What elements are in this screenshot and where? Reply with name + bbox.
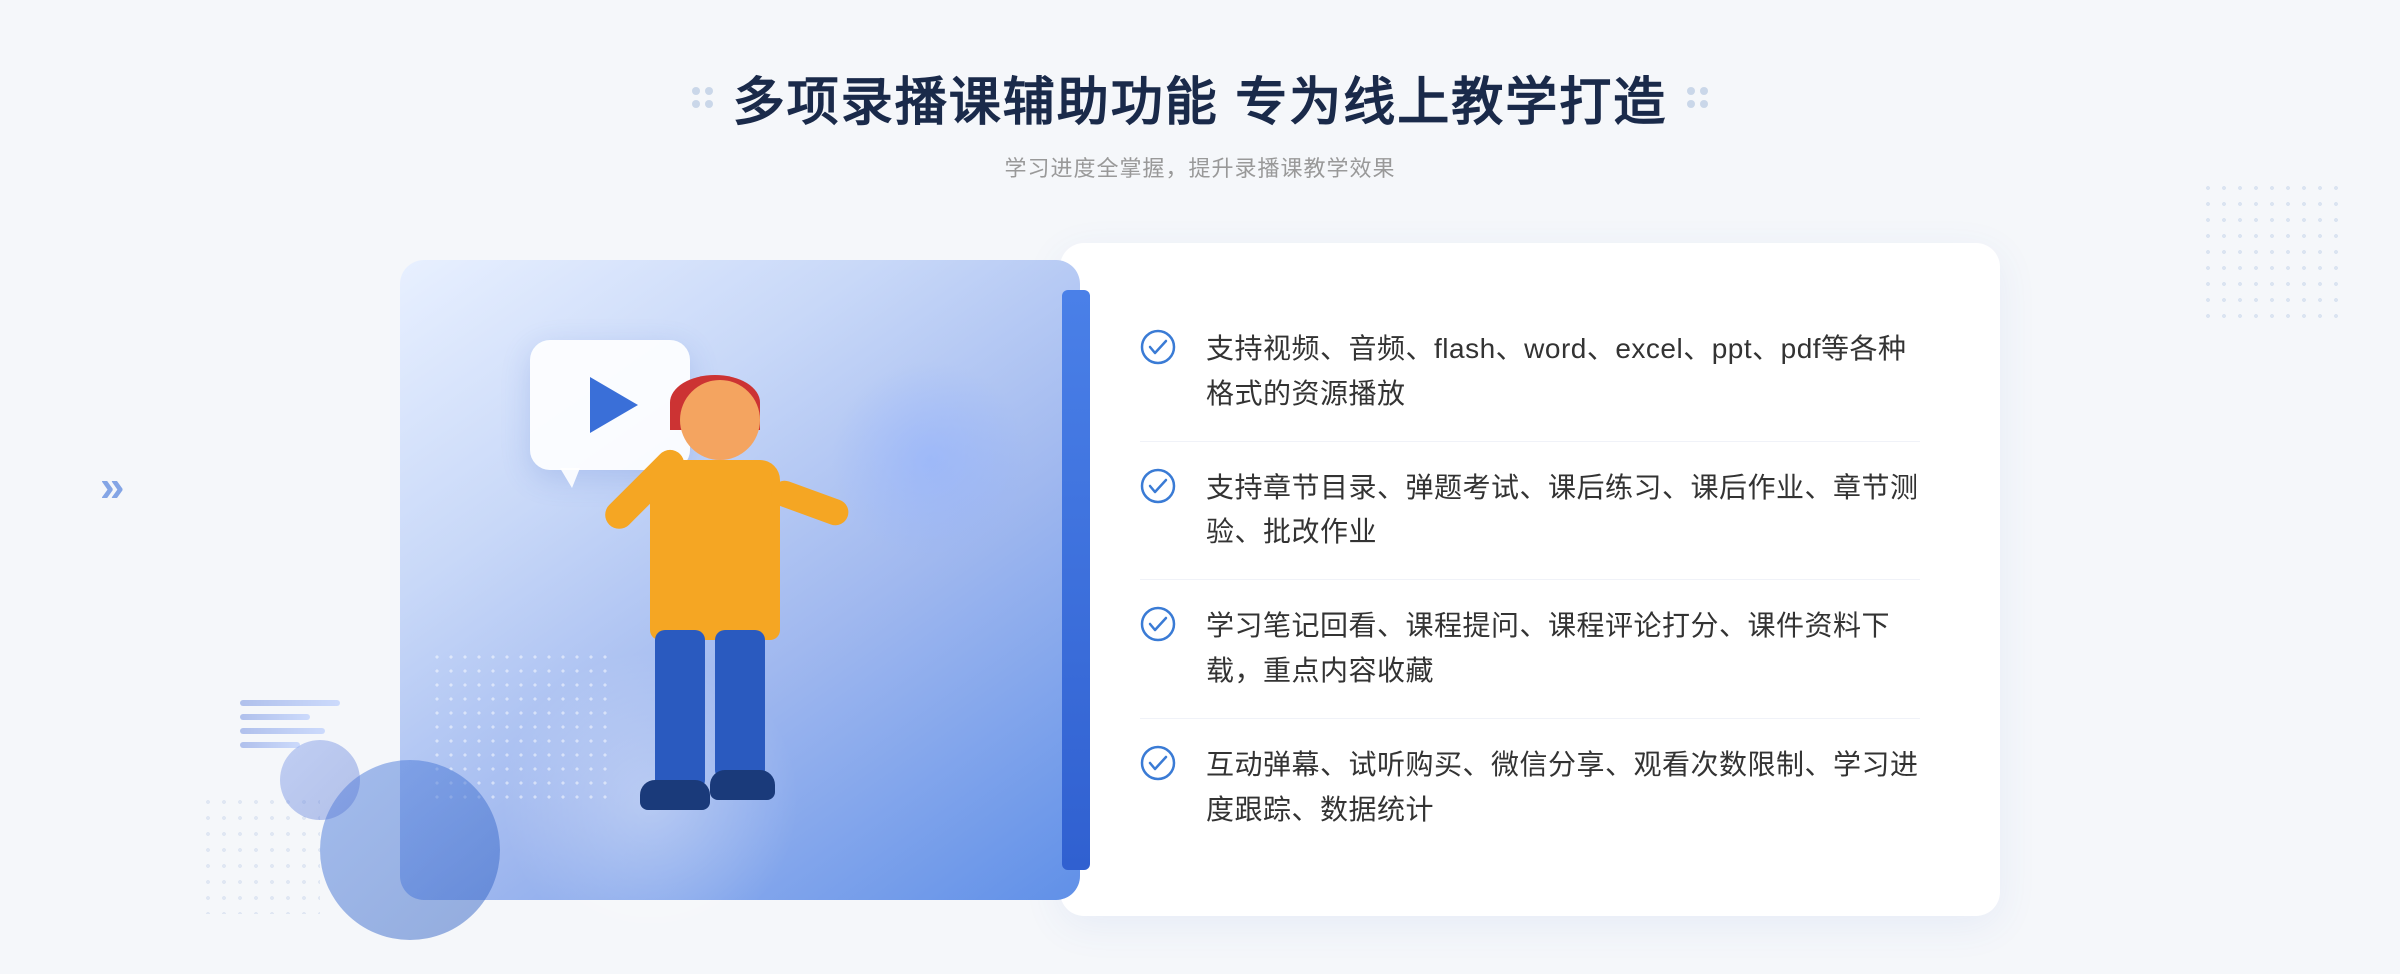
feature-text-3: 学习笔记回看、课程提问、课程评论打分、课件资料下载，重点内容收藏 xyxy=(1206,604,1920,694)
feature-text-2: 支持章节目录、弹题考试、课后练习、课后作业、章节测验、批改作业 xyxy=(1206,466,1920,556)
line-3 xyxy=(240,728,325,734)
feature-item-3: 学习笔记回看、课程提问、课程评论打分、课件资料下载，重点内容收藏 xyxy=(1140,580,1920,719)
check-icon-4 xyxy=(1140,745,1176,781)
check-icon-1 xyxy=(1140,329,1176,365)
line-2 xyxy=(240,714,310,720)
dot-8 xyxy=(1700,100,1708,108)
char-shoe-left xyxy=(640,780,710,810)
main-title: 多项录播课辅助功能 专为线上教学打造 xyxy=(733,60,1667,135)
char-head xyxy=(680,380,760,460)
dot-7 xyxy=(1687,100,1695,108)
line-1 xyxy=(240,700,340,706)
left-arrow-decoration: » xyxy=(100,462,124,512)
lines-decoration xyxy=(240,700,340,780)
feature-item-4: 互动弹幕、试听购买、微信分享、观看次数限制、学习进度跟踪、数据统计 xyxy=(1140,719,1920,857)
blue-sidebar-strip xyxy=(1062,290,1090,870)
dot-4 xyxy=(705,100,713,108)
line-4 xyxy=(240,742,300,748)
feature-text-1: 支持视频、音频、flash、word、excel、ppt、pdf等各种格式的资源… xyxy=(1206,327,1920,417)
right-decorator xyxy=(1687,87,1708,108)
dot-3 xyxy=(692,100,700,108)
char-arm-left xyxy=(768,477,852,529)
dot-6 xyxy=(1700,87,1708,95)
character-illustration xyxy=(560,380,880,900)
char-leg-left xyxy=(655,630,705,790)
char-body xyxy=(650,460,780,640)
page-wrapper: 多项录播课辅助功能 专为线上教学打造 学习进度全掌握，提升录播课教学效果 xyxy=(0,0,2400,974)
dot-2 xyxy=(705,87,713,95)
features-panel: 支持视频、音频、flash、word、excel、ppt、pdf等各种格式的资源… xyxy=(1060,243,2000,916)
left-decorator xyxy=(692,87,713,108)
char-leg-right xyxy=(715,630,765,780)
feature-item-2: 支持章节目录、弹题考试、课后练习、课后作业、章节测验、批改作业 xyxy=(1140,442,1920,581)
dot-5 xyxy=(1687,87,1695,95)
feature-text-4: 互动弹幕、试听购买、微信分享、观看次数限制、学习进度跟踪、数据统计 xyxy=(1206,743,1920,833)
feature-item-1: 支持视频、音频、flash、word、excel、ppt、pdf等各种格式的资源… xyxy=(1140,303,1920,442)
dot-1 xyxy=(692,87,700,95)
header-section: 多项录播课辅助功能 专为线上教学打造 学习进度全掌握，提升录播课教学效果 xyxy=(692,60,1708,183)
sub-title: 学习进度全掌握，提升录播课教学效果 xyxy=(1004,151,1395,183)
content-area: 支持视频、音频、flash、word、excel、ppt、pdf等各种格式的资源… xyxy=(400,243,2000,916)
check-icon-3 xyxy=(1140,606,1176,642)
char-shoe-right xyxy=(710,770,775,800)
title-row: 多项录播课辅助功能 专为线上教学打造 xyxy=(692,60,1708,135)
check-icon-2 xyxy=(1140,468,1176,504)
bg-dot-grid-right xyxy=(2200,180,2340,320)
illustration-card xyxy=(400,260,1080,900)
